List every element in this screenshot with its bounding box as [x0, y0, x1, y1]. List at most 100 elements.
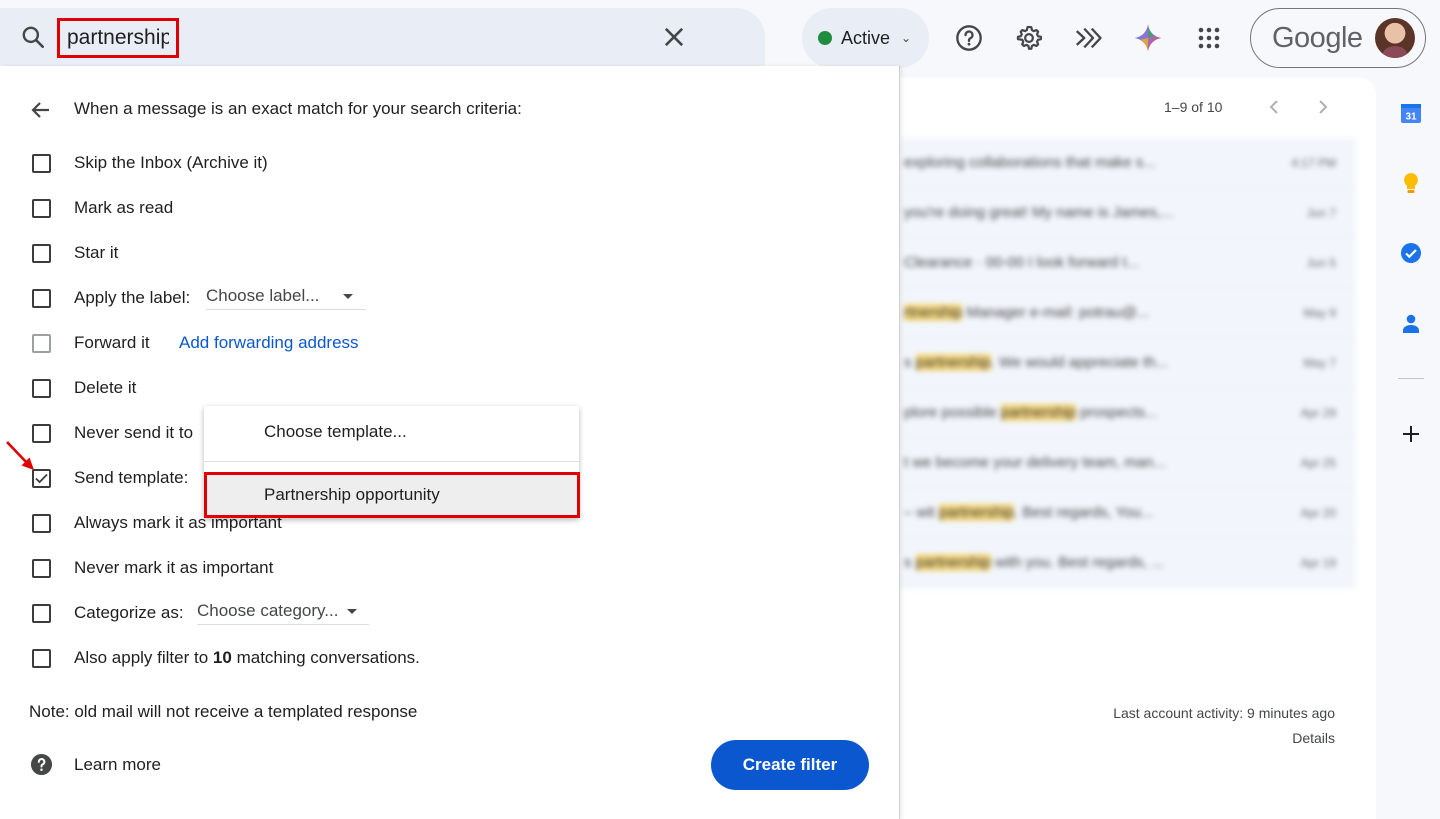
close-icon[interactable]: [660, 23, 688, 51]
mail-snippet: t we become your delivery team, man...: [904, 454, 1166, 471]
search-bar[interactable]: [0, 8, 765, 66]
snippet-highlight: rtnership: [904, 304, 963, 321]
option-label: Skip the Inbox (Archive it): [74, 153, 268, 172]
checkbox-never-important[interactable]: [32, 558, 51, 578]
option-label: Forward it: [74, 333, 150, 352]
status-dot: [818, 31, 832, 45]
snippet-text: . Best regards, You...: [1014, 504, 1154, 521]
calendar-icon[interactable]: 31: [1398, 100, 1424, 126]
matching-count: 10: [212, 648, 232, 667]
mail-date: Apr 29: [1300, 405, 1336, 420]
gemini-sparkle-icon[interactable]: [1130, 20, 1166, 56]
chevron-down-icon: ⌄: [901, 31, 912, 45]
search-icon[interactable]: [20, 24, 46, 50]
mail-snippet: s partnership with you. Best regards, ..…: [904, 554, 1164, 571]
help-icon[interactable]: [951, 20, 987, 56]
checkbox-mark-read[interactable]: [32, 198, 51, 218]
label-select[interactable]: Choose label...: [206, 286, 366, 310]
mail-date: 4:17 PM: [1291, 155, 1336, 170]
option-label: Star it: [74, 243, 119, 262]
details-link[interactable]: Details: [1090, 730, 1335, 746]
chevron-left-icon[interactable]: [1264, 96, 1284, 118]
calendar-day-text: 31: [1405, 112, 1417, 123]
snippet-text: . We would appreciate th...: [990, 354, 1169, 371]
snippet-text: s: [904, 354, 916, 371]
option-label: Categorize as:: [74, 603, 184, 622]
dropdown-caret-icon: [343, 294, 354, 300]
account-button[interactable]: Google: [1250, 8, 1426, 68]
checkbox-always-important[interactable]: [32, 513, 51, 533]
status-selector[interactable]: Active ⌄: [802, 8, 929, 68]
option-label: Send template:: [74, 468, 189, 487]
checkbox-forward[interactable]: [32, 333, 51, 353]
option-label: Apply the label:: [74, 288, 191, 307]
status-label: Active: [841, 27, 891, 48]
mail-row[interactable]: exploring collaborations that make s... 4…: [900, 138, 1356, 188]
learn-more-link[interactable]: Learn more: [74, 755, 161, 775]
snippet-text: you're doing great! My name is James,...: [904, 204, 1174, 221]
avatar[interactable]: [1375, 18, 1415, 58]
mail-snippet: Clearance · 00-00 I look forward t...: [904, 254, 1139, 271]
dropdown-caret-icon: [347, 609, 358, 615]
last-activity-text: Last account activity: 9 minutes ago: [1113, 705, 1335, 721]
checkbox-apply-label[interactable]: [32, 288, 51, 308]
apply-prefix: Also apply filter to: [74, 648, 209, 667]
mail-snippet: exploring collaborations that make s...: [904, 154, 1156, 171]
option-label: Never mark it as important: [74, 558, 274, 577]
snippet-highlight: partnership: [939, 504, 1015, 521]
mail-row[interactable]: s partnership. We would appreciate th...…: [900, 338, 1356, 388]
template-option[interactable]: Choose template...: [204, 406, 579, 458]
mail-row[interactable]: s partnership with you. Best regards, ..…: [900, 538, 1356, 588]
checkbox-apply-existing[interactable]: [32, 648, 51, 668]
apps-grid-icon[interactable]: [1191, 20, 1227, 56]
snippet-text: – wit: [904, 504, 940, 521]
help-circle-icon: [30, 753, 53, 776]
mail-snippet: s partnership. We would appreciate th...: [904, 354, 1168, 371]
mail-date: Jun 5: [1306, 255, 1336, 270]
label-select-value: Choose label...: [206, 286, 320, 305]
google-logo: Google: [1272, 22, 1363, 54]
contacts-icon[interactable]: [1398, 310, 1424, 336]
mail-row[interactable]: t we become your delivery team, man... Ap…: [900, 438, 1356, 488]
mail-row[interactable]: plore possible partnership prospects... A…: [900, 388, 1356, 438]
template-dropdown-menu: Choose template... Partnership opportuni…: [204, 406, 580, 518]
gemini-chevron-icon[interactable]: [1070, 20, 1106, 56]
menu-divider: [204, 461, 579, 462]
tasks-icon[interactable]: [1398, 240, 1424, 266]
mail-row[interactable]: – wit partnership. Best regards, You... A…: [900, 488, 1356, 538]
mail-date: Apr 25: [1300, 455, 1336, 470]
category-select-value: Choose category...: [197, 601, 339, 620]
mail-date: May 7: [1303, 355, 1336, 370]
chevron-right-icon[interactable]: [1313, 96, 1333, 118]
mail-rows: exploring collaborations that make s... 4…: [900, 138, 1356, 588]
settings-icon[interactable]: [1011, 20, 1047, 56]
back-arrow-icon[interactable]: [29, 98, 53, 122]
snippet-highlight: partnership: [915, 554, 991, 571]
filter-heading: When a message is an exact match for you…: [74, 99, 522, 118]
keep-icon[interactable]: [1398, 170, 1424, 196]
category-select[interactable]: Choose category...: [197, 601, 369, 625]
mail-row[interactable]: you're doing great! My name is James,...…: [900, 188, 1356, 238]
pager-text: 1–9 of 10: [1164, 99, 1223, 115]
snippet-highlight: partnership: [915, 354, 991, 371]
snippet-text: s: [904, 554, 916, 571]
mail-date: Jun 7: [1306, 205, 1336, 220]
option-label: Never send it to: [74, 423, 194, 442]
mail-snippet: you're doing great! My name is James,...: [904, 204, 1174, 221]
template-option-selected[interactable]: Partnership opportunity: [204, 472, 580, 518]
option-label: Mark as read: [74, 198, 174, 217]
snippet-text: prospects...: [1075, 404, 1158, 421]
mail-row[interactable]: rtnership Manager e-mail: potrau@... May …: [900, 288, 1356, 338]
snippet-text: with you. Best regards, ...: [990, 554, 1165, 571]
mail-row[interactable]: Clearance · 00-00 I look forward t... Jun…: [900, 238, 1356, 288]
create-filter-button[interactable]: Create filter: [711, 740, 869, 790]
snippet-text: t we become your delivery team, man...: [904, 454, 1166, 471]
checkbox-skip-inbox[interactable]: [32, 153, 51, 173]
checkbox-star[interactable]: [32, 243, 51, 263]
search-input[interactable]: [57, 18, 179, 58]
checkbox-categorize[interactable]: [32, 603, 51, 623]
checkbox-delete[interactable]: [32, 378, 51, 398]
add-icon[interactable]: [1398, 421, 1424, 447]
snippet-highlight: partnership: [1000, 404, 1076, 421]
add-forwarding-address-link[interactable]: Add forwarding address: [179, 333, 359, 353]
